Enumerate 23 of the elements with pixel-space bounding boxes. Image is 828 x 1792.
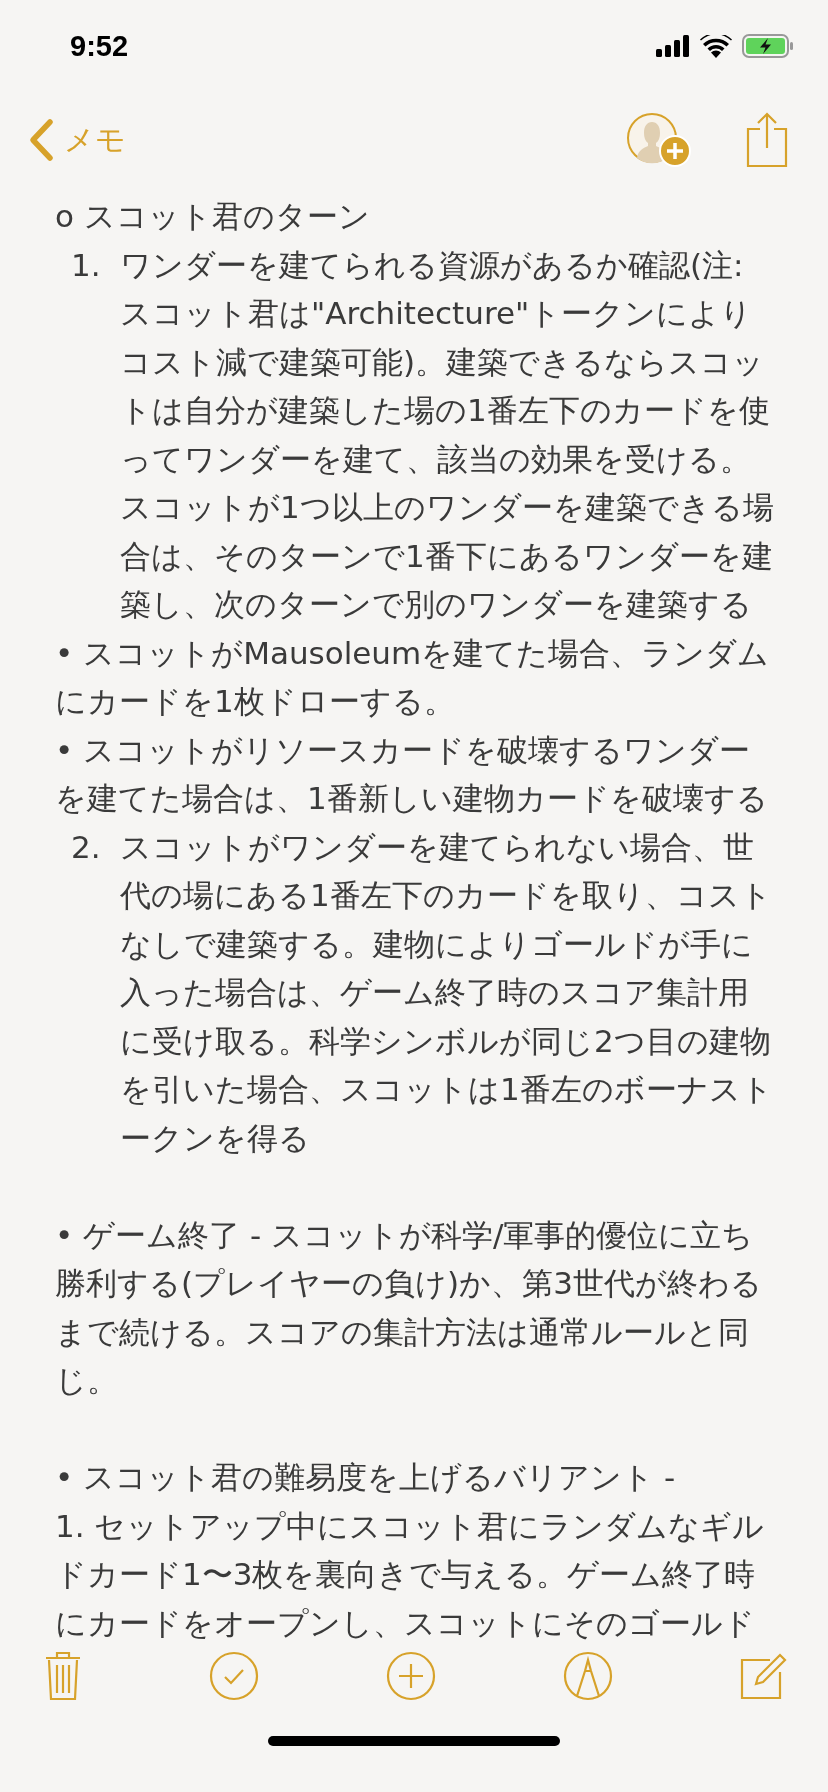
note-paragraph: • スコットがMausoleumを建てた場合、ランダムにカードを1枚ドローする。 [55,633,771,721]
note-paragraph: • スコットがリソースカードを破壊するワンダーを建てた場合は、1番新しい建物カードを破壊する [55,730,769,818]
markup-pen-icon[interactable] [563,1651,613,1701]
compose-icon[interactable] [740,1652,788,1700]
list-number: 2. [70,827,102,867]
battery-charging-icon [742,34,794,58]
share-icon[interactable] [746,112,788,168]
trash-icon[interactable] [44,1651,82,1701]
note-paragraph: • スコット君の難易度を上げるバリアント - [55,1458,677,1497]
note-paragraph: 1. セットアップ中にスコット君にランダムなギルドカード1〜3枚を裏向きで与える。ゲーム終了時にカードをオープンし、スコットにそのゴールド [55,1506,766,1643]
status-time: 9:52 [70,29,129,63]
checklist-icon[interactable] [209,1651,259,1701]
note-paragraph: • ゲーム終了 - スコットが科学/軍事的優位に立ち勝利する(プレイヤーの負け)か、第3世代が終わるまで続ける。スコアの集計方法は通常ルールと同じ。 [55,1215,763,1400]
wifi-icon [700,34,732,58]
list-number: 1. [70,245,102,285]
back-button[interactable]: メモ [28,118,126,162]
note-paragraph: o スコット君のターン [55,197,371,236]
note-paragraph: スコットがワンダーを建てられない場合、世代の場にある1番左下のカードを取り、コストなしで建築する。建物によりゴールドが手に入った場合は、ゲーム終了時のスコア集計用に受け取る。科学シンボルが同じ2つ目の建物を引いた場合、スコットは1番左のボーナストークンを得る [120,827,774,1158]
add-icon[interactable] [386,1651,436,1701]
note-paragraph: ワンダーを建てられる資源があるか確認(注: スコット君は"Architecture"トークンによりコスト減で建築可能)。建築できるならスコットは自分が建築した場の1番左下のカードを使ってワンダーを建て、該当の効果を受ける。スコットが1つ以上のワンダーを建築できる場合は、そのターンで1番下にあるワンダーを建築し、次のターンで別のワンダーを建築する [120,245,775,624]
signal-icon [656,35,690,57]
add-person-icon[interactable] [626,112,692,168]
chevron-left-icon [28,118,54,162]
